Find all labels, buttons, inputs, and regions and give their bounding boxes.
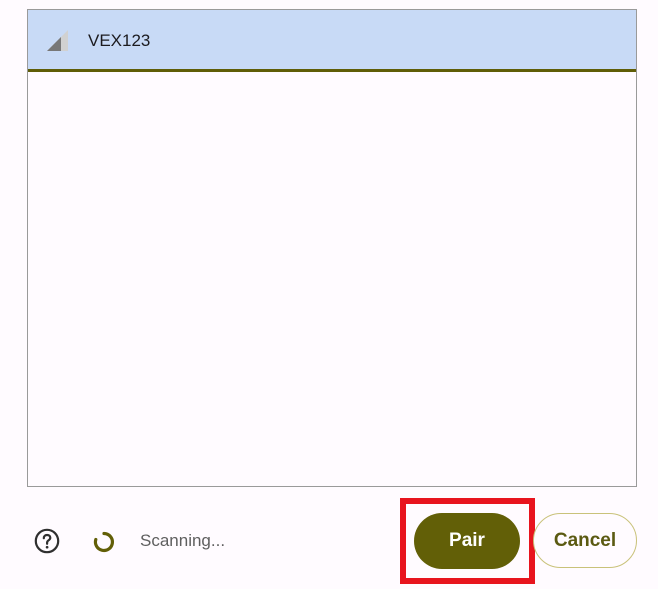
dialog-footer: Scanning... Pair Cancel (0, 490, 658, 589)
loading-spinner-icon (93, 531, 114, 553)
cancel-button[interactable]: Cancel (533, 513, 637, 568)
bluetooth-pairing-dialog: VEX123 Scanning... Pair Cancel (0, 0, 658, 589)
device-name: VEX123 (88, 31, 151, 50)
signal-strength-icon (47, 30, 68, 51)
device-list-item-vex123[interactable]: VEX123 (28, 10, 636, 72)
scanning-status: Scanning... (140, 531, 226, 550)
device-list: VEX123 (27, 9, 637, 487)
help-circle-icon[interactable] (34, 528, 60, 554)
pair-button[interactable]: Pair (414, 513, 520, 569)
